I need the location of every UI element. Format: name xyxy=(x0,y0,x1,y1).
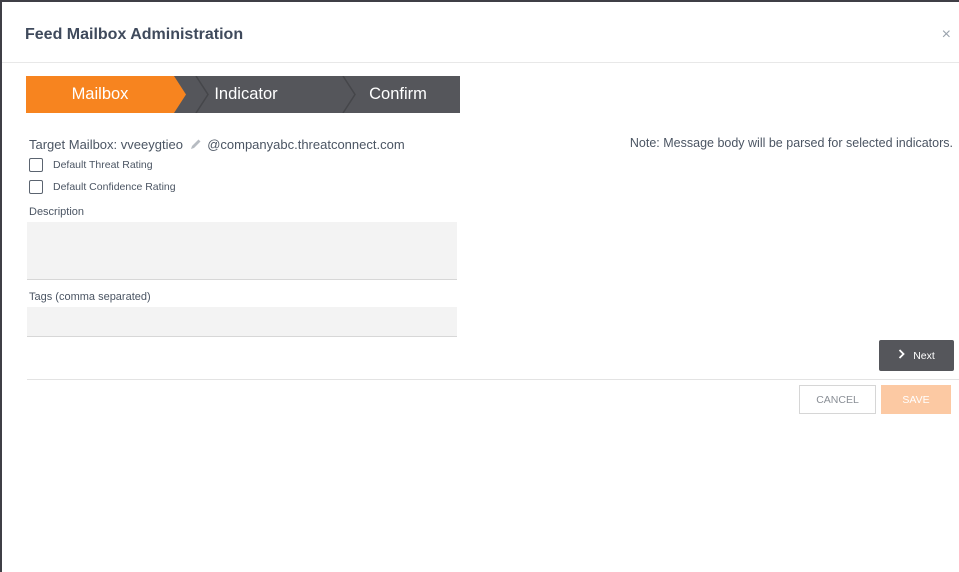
mailbox-name: vveeygtieo xyxy=(120,137,183,152)
tags-label: Tags (comma separated) xyxy=(29,291,151,303)
dialog-title: Feed Mailbox Administration xyxy=(25,26,244,43)
footer-divider xyxy=(27,379,959,380)
save-button[interactable]: SAVE xyxy=(881,385,951,414)
default-confidence-rating-label: Default Confidence Rating xyxy=(53,181,176,193)
cancel-button[interactable]: CANCEL xyxy=(799,385,876,414)
default-threat-rating-checkbox[interactable] xyxy=(29,158,43,172)
tags-input[interactable] xyxy=(27,307,457,337)
tab-mailbox[interactable]: Mailbox xyxy=(26,76,174,113)
default-confidence-rating-row: Default Confidence Rating xyxy=(29,180,176,194)
wizard-steps: Mailbox Indicator Confirm xyxy=(26,76,460,113)
tab-confirm[interactable]: Confirm xyxy=(336,76,460,113)
default-confidence-rating-checkbox[interactable] xyxy=(29,180,43,194)
mailbox-domain: @companyabc.threatconnect.com xyxy=(207,137,405,152)
target-mailbox-label: Target Mailbox: xyxy=(29,137,118,152)
tab-indicator[interactable]: Indicator xyxy=(186,76,306,113)
description-label: Description xyxy=(29,206,85,218)
close-icon[interactable]: × xyxy=(942,26,951,44)
next-button-label: Next xyxy=(913,349,935,362)
default-threat-rating-row: Default Threat Rating xyxy=(29,158,153,172)
dialog-header: Feed Mailbox Administration × xyxy=(2,2,959,63)
parse-note: Note: Message body will be parsed for se… xyxy=(629,136,953,150)
chevron-right-icon xyxy=(898,349,905,362)
next-button[interactable]: Next xyxy=(879,340,954,371)
feed-mailbox-dialog: Feed Mailbox Administration × Mailbox In… xyxy=(0,0,959,572)
pencil-icon[interactable] xyxy=(190,138,202,153)
description-textarea[interactable] xyxy=(27,222,457,280)
default-threat-rating-label: Default Threat Rating xyxy=(53,159,153,171)
target-mailbox: Target Mailbox: vveeygtieo @companyabc.t… xyxy=(29,137,405,153)
